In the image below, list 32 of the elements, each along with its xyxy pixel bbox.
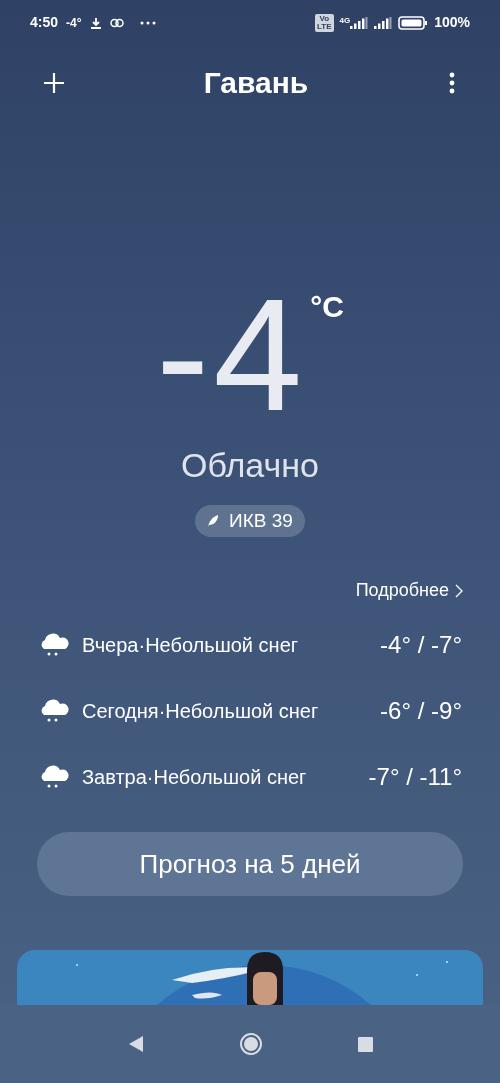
city-title: Гавань xyxy=(203,65,309,101)
forecast-day-label: Завтра·Небольшой снег xyxy=(82,765,307,790)
details-link[interactable]: Подробнее xyxy=(355,577,463,604)
network-type: 4G xyxy=(339,16,351,25)
status-time: 4:50 xyxy=(30,13,59,32)
five-day-forecast-button[interactable]: Прогноз на 5 дней xyxy=(37,832,463,896)
more-notifications-icon xyxy=(139,20,156,25)
temperature-range: -7° / -11° xyxy=(368,762,462,792)
download-icon xyxy=(89,16,102,29)
home-icon[interactable] xyxy=(238,1032,263,1056)
chevron-right-icon xyxy=(455,583,463,598)
forecast-day-label: Сегодня·Небольшой снег xyxy=(82,699,319,724)
temperature-range: -6° / -9° xyxy=(380,696,462,726)
volte-badge: Vo LTE xyxy=(315,13,334,32)
back-icon[interactable] xyxy=(127,1035,144,1053)
status-temperature: -4° xyxy=(66,14,82,32)
signal-icon xyxy=(374,16,393,29)
weather-condition: Облачно xyxy=(181,445,319,486)
leaf-icon xyxy=(207,514,220,528)
battery-level: 100% xyxy=(434,13,470,32)
forecast-day-label: Вчера·Небольшой снег xyxy=(82,633,299,658)
aqi-value: ИКВ 39 xyxy=(229,508,293,533)
air-quality-badge[interactable]: ИКВ 39 xyxy=(195,505,305,537)
battery-icon xyxy=(398,15,429,30)
temperature-unit: °C xyxy=(310,292,344,322)
menu-icon xyxy=(449,71,455,94)
link-icon xyxy=(109,17,124,28)
signal-icon xyxy=(350,16,369,29)
recents-icon[interactable] xyxy=(357,1036,373,1052)
temperature-range: -4° / -7° xyxy=(380,630,462,660)
current-temperature: -4 xyxy=(156,280,307,430)
add-icon xyxy=(42,70,66,95)
